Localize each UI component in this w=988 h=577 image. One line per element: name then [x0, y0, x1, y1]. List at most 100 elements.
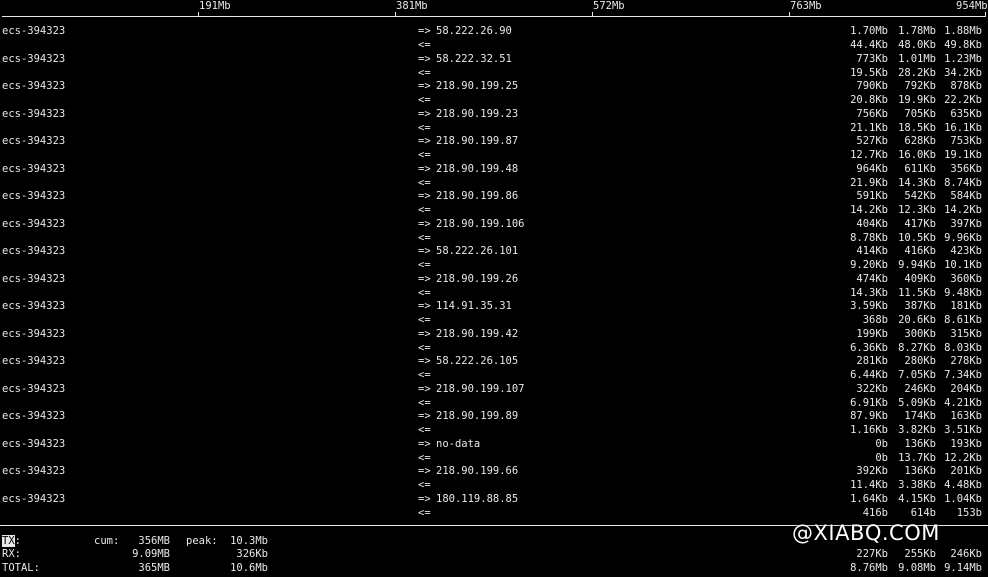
incoming-rate-40s: 153b — [956, 507, 982, 519]
outgoing-rate-2s: 773Kb — [856, 53, 888, 65]
incoming-rate-10s: 14.3Kb — [898, 177, 936, 189]
outgoing-rate-40s: 1.88Mb — [944, 25, 982, 37]
incoming-rate-10s: 11.5Kb — [898, 287, 936, 299]
outgoing-rate-40s: 201Kb — [950, 465, 982, 477]
incoming-arrow: <= — [418, 232, 431, 244]
incoming-rate-40s: 12.2Kb — [944, 452, 982, 464]
incoming-arrow: <= — [418, 507, 431, 519]
outgoing-rate-10s: 1.01Mb — [898, 53, 936, 65]
source-host: ecs-394323 — [2, 135, 66, 147]
incoming-rate-2s: 21.1Kb — [850, 122, 888, 134]
total-rate-10s: 9.08Mb — [898, 562, 936, 574]
source-host: ecs-394323 — [2, 108, 66, 120]
incoming-rate-2s: 14.2Kb — [850, 204, 888, 216]
destination-host: 58.222.26.90 — [436, 25, 512, 37]
total-label: TOTAL: — [2, 562, 40, 574]
outgoing-rate-10s: 792Kb — [904, 80, 936, 92]
incoming-rate-40s: 19.1Kb — [944, 149, 982, 161]
outgoing-rate-40s: 753Kb — [950, 135, 982, 147]
incoming-arrow: <= — [418, 94, 431, 106]
incoming-arrow: <= — [418, 149, 431, 161]
destination-host: 218.90.199.87 — [436, 135, 519, 147]
incoming-rate-40s: 8.61Kb — [944, 314, 982, 326]
source-host: ecs-394323 — [2, 438, 66, 450]
outgoing-rate-40s: 423Kb — [950, 245, 982, 257]
outgoing-arrow: => — [418, 25, 431, 37]
incoming-rate-2s: 368b — [862, 314, 888, 326]
incoming-arrow: <= — [418, 67, 431, 79]
outgoing-rate-2s: 3.59Kb — [850, 300, 888, 312]
outgoing-arrow: => — [418, 53, 431, 65]
incoming-rate-10s: 614b — [910, 507, 936, 519]
outgoing-rate-10s: 246Kb — [904, 383, 936, 395]
incoming-rate-10s: 19.9Kb — [898, 94, 936, 106]
destination-host: 218.90.199.42 — [436, 328, 519, 340]
incoming-rate-2s: 19.5Kb — [850, 67, 888, 79]
outgoing-arrow: => — [418, 190, 431, 202]
outgoing-arrow: => — [418, 80, 431, 92]
outgoing-rate-10s: 136Kb — [904, 465, 936, 477]
outgoing-rate-2s: 1.64Kb — [850, 493, 888, 505]
outgoing-rate-40s: 356Kb — [950, 163, 982, 175]
outgoing-rate-2s: 87.9Kb — [850, 410, 888, 422]
outgoing-rate-2s: 0b — [875, 438, 888, 450]
incoming-arrow: <= — [418, 259, 431, 271]
outgoing-rate-2s: 1.70Mb — [850, 25, 888, 37]
outgoing-arrow: => — [418, 410, 431, 422]
source-host: ecs-394323 — [2, 328, 66, 340]
scale-tick-label: 763Mb — [790, 0, 822, 12]
incoming-rate-2s: 1.16Kb — [850, 424, 888, 436]
destination-host: 58.222.26.101 — [436, 245, 519, 257]
incoming-arrow: <= — [418, 342, 431, 354]
source-host: ecs-394323 — [2, 80, 66, 92]
outgoing-rate-2s: 790Kb — [856, 80, 888, 92]
incoming-rate-2s: 12.7Kb — [850, 149, 888, 161]
outgoing-rate-40s: 635Kb — [950, 108, 982, 120]
outgoing-rate-40s: 360Kb — [950, 273, 982, 285]
source-host: ecs-394323 — [2, 245, 66, 257]
total-rate-2s: 8.76Mb — [850, 562, 888, 574]
destination-host: 180.119.88.85 — [436, 493, 519, 505]
destination-host: 218.90.199.89 — [436, 410, 519, 422]
incoming-arrow: <= — [418, 204, 431, 216]
scale-axis-line — [2, 16, 986, 17]
peak-label: peak: — [186, 535, 218, 547]
incoming-rate-10s: 10.5Kb — [898, 232, 936, 244]
outgoing-rate-2s: 199Kb — [856, 328, 888, 340]
outgoing-rate-2s: 527Kb — [856, 135, 888, 147]
incoming-arrow: <= — [418, 314, 431, 326]
incoming-rate-2s: 416b — [862, 507, 888, 519]
source-host: ecs-394323 — [2, 410, 66, 422]
incoming-rate-40s: 4.21Kb — [944, 397, 982, 409]
incoming-rate-10s: 3.82Kb — [898, 424, 936, 436]
outgoing-rate-40s: 204Kb — [950, 383, 982, 395]
scale-tick — [789, 12, 790, 17]
source-host: ecs-394323 — [2, 300, 66, 312]
outgoing-rate-2s: 404Kb — [856, 218, 888, 230]
outgoing-rate-10s: 409Kb — [904, 273, 936, 285]
outgoing-arrow: => — [418, 438, 431, 450]
incoming-rate-2s: 11.4Kb — [850, 479, 888, 491]
outgoing-arrow: => — [418, 245, 431, 257]
outgoing-rate-10s: 611Kb — [904, 163, 936, 175]
outgoing-rate-2s: 414Kb — [856, 245, 888, 257]
outgoing-rate-10s: 416Kb — [904, 245, 936, 257]
outgoing-rate-10s: 4.15Kb — [898, 493, 936, 505]
outgoing-rate-2s: 322Kb — [856, 383, 888, 395]
destination-host: 218.90.199.66 — [436, 465, 519, 477]
outgoing-rate-40s: 315Kb — [950, 328, 982, 340]
incoming-arrow: <= — [418, 122, 431, 134]
outgoing-rate-10s: 174Kb — [904, 410, 936, 422]
incoming-rate-40s: 8.03Kb — [944, 342, 982, 354]
scale-tick — [198, 12, 199, 17]
scale-tick — [985, 12, 986, 17]
incoming-rate-10s: 7.05Kb — [898, 369, 936, 381]
incoming-arrow: <= — [418, 479, 431, 491]
outgoing-rate-10s: 300Kb — [904, 328, 936, 340]
source-host: ecs-394323 — [2, 465, 66, 477]
incoming-rate-2s: 21.9Kb — [850, 177, 888, 189]
incoming-rate-10s: 3.38Kb — [898, 479, 936, 491]
destination-host: 114.91.35.31 — [436, 300, 512, 312]
incoming-rate-40s: 4.48Kb — [944, 479, 982, 491]
incoming-rate-40s: 16.1Kb — [944, 122, 982, 134]
